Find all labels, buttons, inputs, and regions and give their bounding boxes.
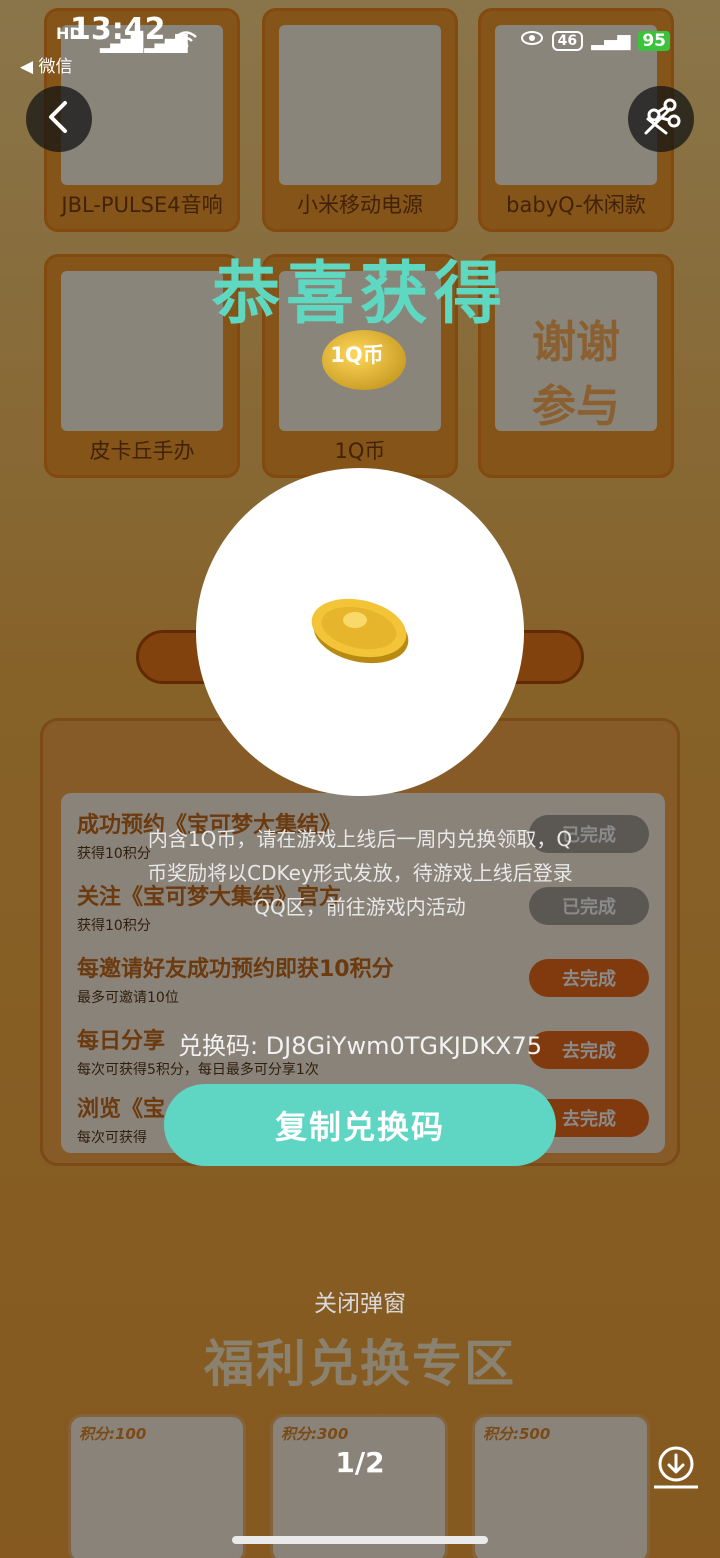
status-bar: HD 13:42 ▂▄▆█ ▂▄▆█ ◀ 微信 46 ▂▄▆ 95 [0,0,720,80]
chevron-left-icon [46,100,72,138]
network-badge: 46 [551,30,584,51]
share-icon [640,97,682,141]
prize-description: 内含1Q币，请在游戏上线后一周内兑换领取，Q币奖励将以CDKey形式发放，待游戏… [147,827,573,919]
signal-icon: ▂▄▆ [591,30,631,51]
qq-coin-icon [305,590,415,674]
download-icon [652,1446,700,1494]
download-button[interactable] [652,1444,700,1490]
copy-code-button[interactable]: 复制兑换码 [164,1084,556,1166]
prize-coin-badge: 1Q币 [322,330,406,390]
battery-icon: 95 [638,30,670,51]
eye-icon [520,30,544,51]
image-pager: 1/2 [335,1446,385,1479]
home-indicator[interactable] [232,1536,488,1544]
redeem-code: 兑换码: DJ8GiYwm0TGKJDKX75 [177,1032,543,1060]
back-to-app-link[interactable]: ◀ 微信 [20,52,72,77]
share-button[interactable] [628,86,694,152]
back-button[interactable] [26,86,92,152]
signal-icon: ▂▄▆█ ▂▄▆█ [100,34,188,53]
close-modal-link[interactable]: 关闭弹窗 [0,1284,720,1318]
prize-image-circle [196,468,524,796]
status-right-group: 46 ▂▄▆ 95 [520,30,670,51]
wifi-icon [174,30,198,55]
modal-title: 恭喜获得 [211,255,508,334]
prize-label: 1Q币 [330,343,384,367]
